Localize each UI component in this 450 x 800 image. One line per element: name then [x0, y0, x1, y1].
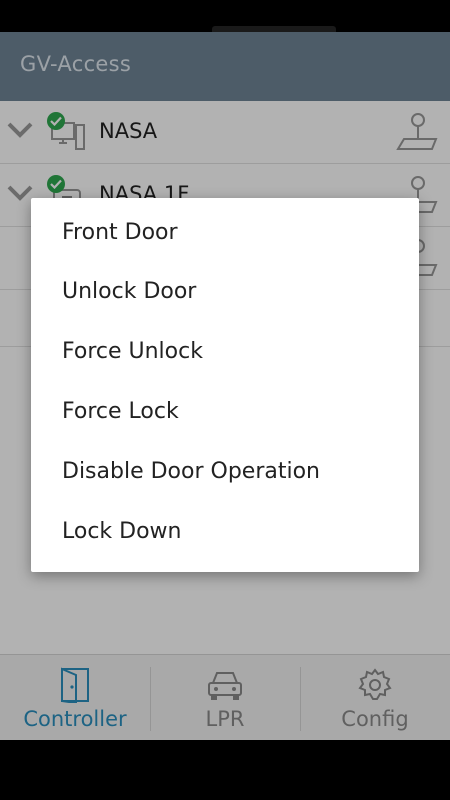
lock-down-option[interactable]: Lock Down	[62, 512, 402, 552]
force-lock-option[interactable]: Force Lock	[62, 392, 402, 432]
dialog-title: Front Door	[62, 220, 178, 245]
unlock-door-option[interactable]: Unlock Door	[62, 272, 402, 312]
force-unlock-option[interactable]: Force Unlock	[62, 332, 402, 372]
door-action-dialog: Front Door Unlock Door Force Unlock Forc…	[31, 198, 419, 572]
system-navigation-bar	[0, 740, 450, 800]
disable-door-operation-option[interactable]: Disable Door Operation	[62, 452, 402, 492]
status-bar	[0, 0, 450, 32]
